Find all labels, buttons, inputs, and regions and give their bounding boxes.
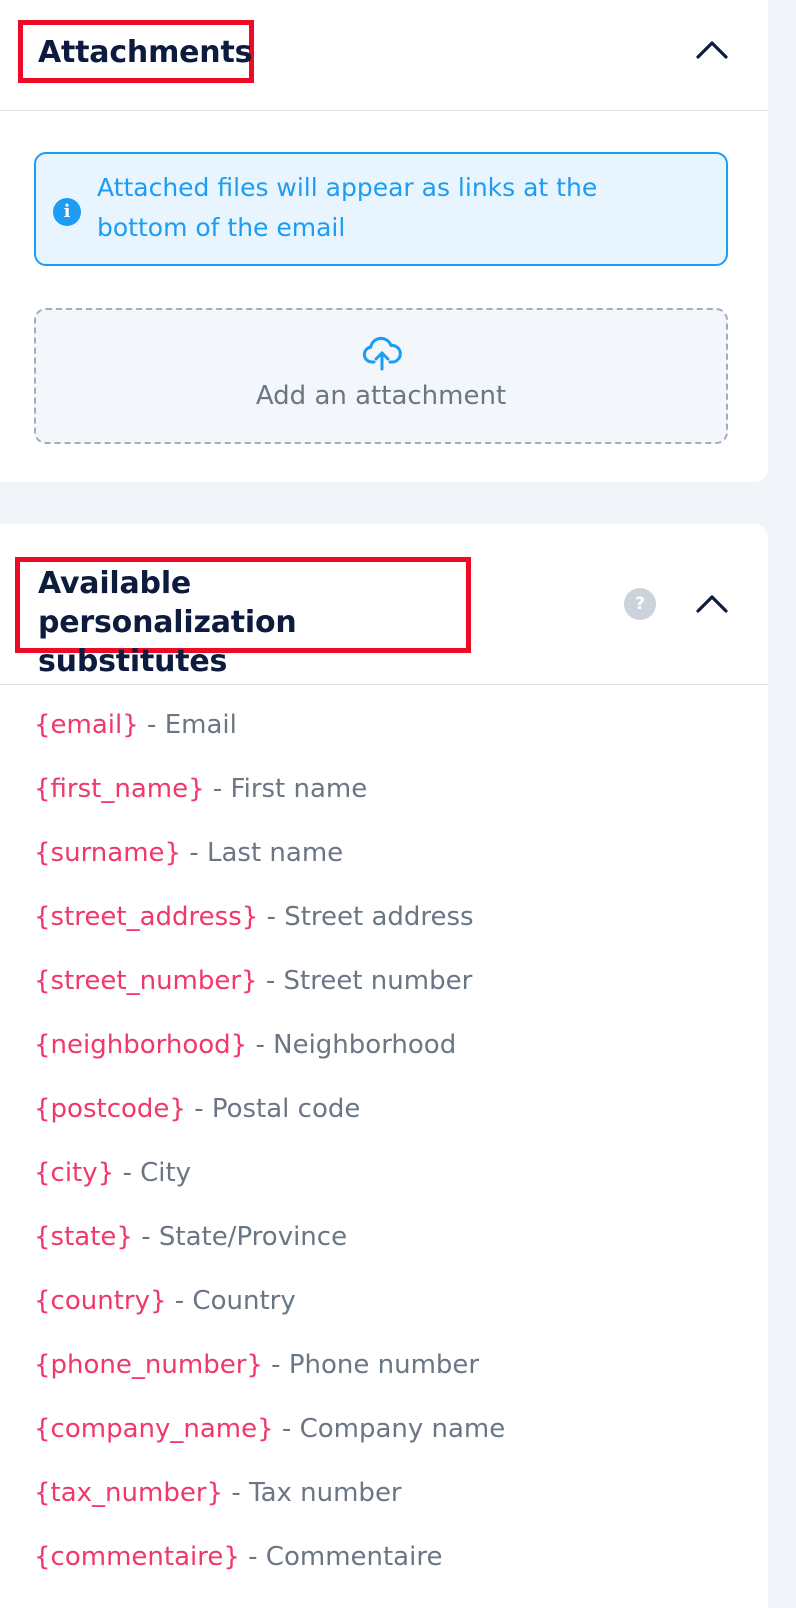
attachments-header[interactable]: Attachments (0, 0, 768, 111)
substitute-description: - First name (204, 774, 368, 804)
substitute-token[interactable]: {tax_number} (34, 1478, 223, 1508)
page: Attachments i Attached files will appear… (0, 0, 796, 1608)
substitute-description: - Postal code (185, 1094, 361, 1124)
substitute-token[interactable]: {email} (34, 710, 139, 740)
substitute-description: - Last name (181, 838, 344, 868)
collapse-substitutes-chevron-up-icon[interactable] (692, 584, 732, 624)
substitute-token[interactable]: {city} (34, 1158, 114, 1188)
substitute-token[interactable]: {commentaire} (34, 1542, 240, 1572)
substitute-item: {phone_number} - Phone number (34, 1347, 505, 1411)
attachments-title: Attachments (18, 20, 254, 83)
substitute-token[interactable]: {street_number} (34, 966, 258, 996)
substitute-item: {country} - Country (34, 1283, 505, 1347)
substitute-description: - Street number (257, 966, 473, 996)
substitute-item: {city} - City (34, 1155, 505, 1219)
substitute-item: {tax_number} - Tax number (34, 1475, 505, 1539)
substitute-description: - Country (166, 1286, 296, 1316)
substitute-description: - Neighborhood (247, 1030, 457, 1060)
substitute-item: {surname} - Last name (34, 835, 505, 899)
add-attachment-label: Add an attachment (255, 381, 507, 411)
attachments-panel: Attachments i Attached files will appear… (0, 0, 768, 482)
substitute-description: - Company name (273, 1414, 506, 1444)
attachments-info-text: Attached files will appear as links at t… (97, 173, 598, 242)
substitute-token[interactable]: {postcode} (34, 1094, 186, 1124)
substitute-item: {street_number} - Street number (34, 963, 505, 1027)
substitute-description: - State/Province (132, 1222, 348, 1252)
substitute-description: - City (114, 1158, 192, 1188)
substitute-token[interactable]: {country} (34, 1286, 167, 1316)
substitute-item: {state} - State/Province (34, 1219, 505, 1283)
add-attachment-dropzone[interactable]: Add an attachment (34, 308, 728, 444)
substitute-token[interactable]: {street_address} (34, 902, 258, 932)
info-icon: i (53, 198, 81, 226)
substitute-item: {street_address} - Street address (34, 899, 505, 963)
substitute-token[interactable]: {neighborhood} (34, 1030, 247, 1060)
substitute-description: - Email (138, 710, 237, 740)
attachments-info-alert: i Attached files will appear as links at… (34, 152, 728, 266)
substitute-token[interactable]: {surname} (34, 838, 181, 868)
substitute-description: - Street address (258, 902, 474, 932)
substitute-item: {company_name} - Company name (34, 1411, 505, 1475)
substitute-item: {first_name} - First name (34, 771, 505, 835)
substitute-item: {commentaire} - Commentaire (34, 1539, 505, 1603)
substitute-description: - Tax number (223, 1478, 402, 1508)
substitutes-title: Available personalization substitutes (15, 557, 471, 679)
substitute-token[interactable]: {state} (34, 1222, 133, 1252)
substitute-item: {neighborhood} - Neighborhood (34, 1027, 505, 1091)
substitute-token[interactable]: {first_name} (34, 774, 205, 804)
substitute-token[interactable]: {phone_number} (34, 1350, 263, 1380)
substitute-description: - Phone number (262, 1350, 480, 1380)
substitute-token[interactable]: {company_name} (34, 1414, 274, 1444)
substitute-item: {email} - Email (34, 707, 505, 771)
substitute-item: {postcode} - Postal code (34, 1091, 505, 1155)
help-question-icon[interactable]: ? (624, 588, 656, 620)
substitute-description: - Commentaire (239, 1542, 443, 1572)
substitutes-list: {email} - Email {first_name} - First nam… (34, 707, 505, 1603)
collapse-attachments-chevron-up-icon[interactable] (692, 30, 732, 70)
cloud-upload-icon (362, 336, 402, 371)
